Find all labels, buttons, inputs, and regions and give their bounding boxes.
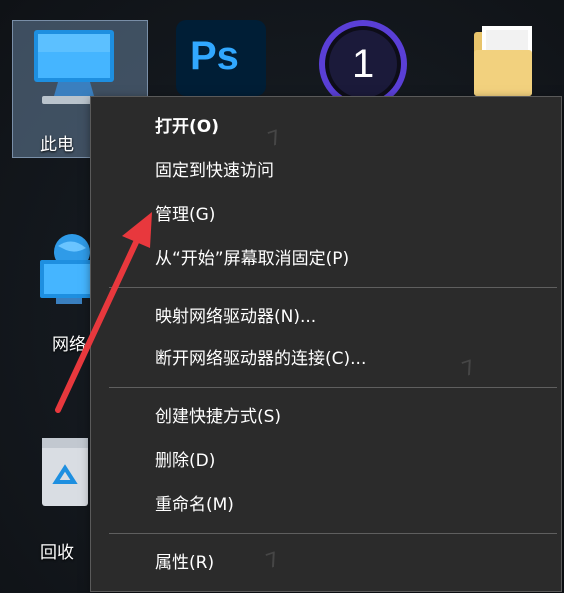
photoshop-logo-text: Ps (190, 34, 239, 78)
menu-separator (109, 387, 557, 388)
menu-item-manage[interactable]: 管理(G) (91, 197, 561, 233)
network-label: 网络 (52, 335, 86, 355)
app-circle-icon[interactable]: 1 (316, 18, 410, 108)
context-menu: 打开(O) 固定到快速访问 管理(G) 从“开始”屏幕取消固定(P) 映射网络驱… (90, 96, 562, 592)
app-circle-number: 1 (352, 42, 375, 86)
desktop: 此电 Ps 1 网络 回收 打开(O) 固定到快速访问 管理(G) 从“开始”屏… (0, 0, 564, 593)
menu-item-properties[interactable]: 属性(R) (91, 545, 561, 581)
photoshop-icon[interactable]: Ps (176, 20, 266, 96)
this-pc-label: 此电 (40, 135, 74, 155)
menu-item-disconnect-drive[interactable]: 断开网络驱动器的连接(C)... (91, 341, 561, 377)
menu-separator (109, 533, 557, 534)
menu-item-delete[interactable]: 删除(D) (91, 443, 561, 479)
menu-item-rename[interactable]: 重命名(M) (91, 487, 561, 523)
menu-item-unpin-start[interactable]: 从“开始”屏幕取消固定(P) (91, 241, 561, 277)
folder-icon[interactable] (468, 24, 538, 100)
menu-item-map-drive[interactable]: 映射网络驱动器(N)... (91, 299, 561, 335)
menu-separator (109, 287, 557, 288)
menu-item-pin-quick-access[interactable]: 固定到快速访问 (91, 153, 561, 189)
menu-item-create-shortcut[interactable]: 创建快捷方式(S) (91, 399, 561, 435)
recycle-bin-icon[interactable] (36, 430, 94, 514)
menu-item-open[interactable]: 打开(O) (91, 109, 561, 145)
recycle-bin-label: 回收 (40, 543, 74, 563)
